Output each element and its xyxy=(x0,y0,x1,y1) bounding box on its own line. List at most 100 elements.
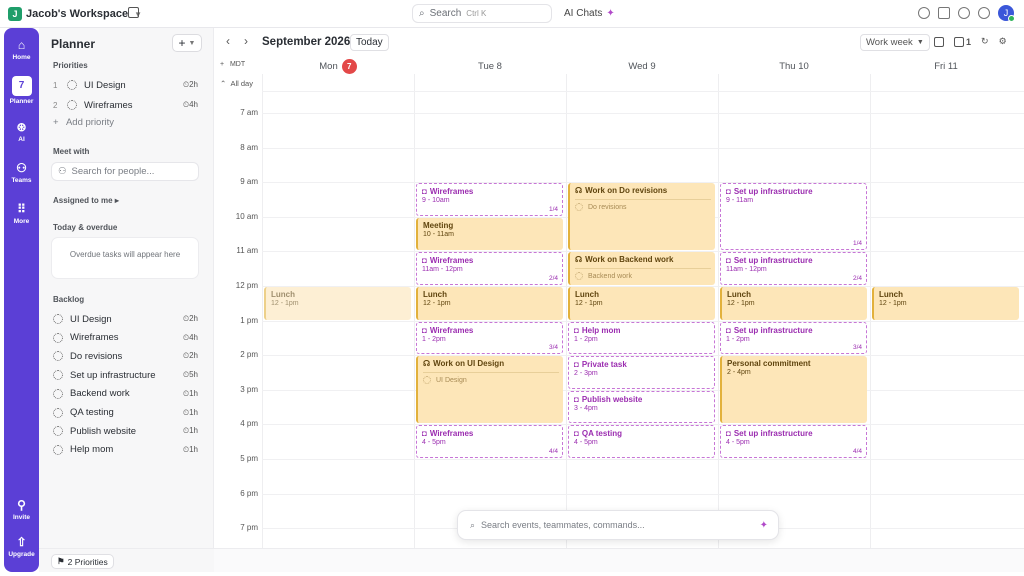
calendar-event[interactable]: Meeting 10 - 11am xyxy=(416,217,563,251)
check-circle-icon[interactable] xyxy=(918,7,930,19)
day-header[interactable]: Tue 8 xyxy=(414,58,566,74)
event-linked-task[interactable]: UI Design xyxy=(423,372,559,385)
event-title: Private task xyxy=(581,360,627,370)
search-people-input[interactable]: ⚇ Search for people... xyxy=(51,162,199,181)
add-priority-button[interactable]: + Add priority xyxy=(53,117,114,128)
rail-item-upgrade[interactable]: ⇧ Upgrade xyxy=(4,535,39,558)
hour-label: 5 pm xyxy=(240,454,258,464)
calendar-event[interactable]: Lunch 12 - 1pm xyxy=(720,287,867,320)
status-circle-icon[interactable] xyxy=(53,426,63,437)
task-event[interactable]: ◘ Set up infrastructure 4 - 5pm 4/4 xyxy=(720,425,867,459)
tasks-icon[interactable] xyxy=(934,36,944,47)
status-circle-icon[interactable] xyxy=(53,332,63,343)
backlog-item[interactable]: QA testing ⏲1h xyxy=(53,405,198,421)
backlog-item[interactable]: Backend work ⏲1h xyxy=(53,386,198,402)
priority-name: Wireframes xyxy=(84,99,133,111)
command-bar[interactable]: ⌕ Search events, teammates, commands... … xyxy=(457,510,779,540)
calendar-event[interactable]: Lunch 12 - 1pm xyxy=(416,287,563,320)
backlog-name: QA testing xyxy=(70,407,114,418)
rail-item-invite[interactable]: ⚲ Invite xyxy=(4,498,39,521)
status-circle-icon[interactable] xyxy=(53,444,63,455)
status-circle-icon[interactable] xyxy=(53,314,63,324)
status-circle-icon xyxy=(575,272,583,281)
rail-item-ai[interactable]: ⊛ AI xyxy=(4,120,39,143)
calendars-button[interactable]: 1 xyxy=(954,36,972,47)
today-button[interactable]: Today xyxy=(350,34,389,51)
video-icon[interactable] xyxy=(938,7,950,19)
hour-label: 3 pm xyxy=(240,384,258,394)
avatar[interactable]: J xyxy=(998,5,1015,22)
backlog-item[interactable]: Help mom ⏲1h xyxy=(53,442,198,458)
task-event[interactable]: ◘ Set up infrastructure 1 - 2pm 3/4 xyxy=(720,321,867,355)
microphone-icon[interactable] xyxy=(958,7,970,19)
sidebar-toggle-icon[interactable] xyxy=(128,7,139,18)
status-circle-icon[interactable] xyxy=(53,407,63,418)
calendar-event[interactable]: Personal commitment 2 - 4pm xyxy=(720,356,867,424)
ai-chats-button[interactable]: AI Chats ✦ xyxy=(558,4,621,23)
event-progress: 1/4 xyxy=(548,205,558,213)
refresh-icon[interactable]: ↻ xyxy=(981,36,989,47)
event-title: Lunch xyxy=(879,290,903,300)
gear-icon[interactable]: ⚙ xyxy=(999,36,1007,47)
robot-icon: ◘ xyxy=(726,187,731,197)
task-event[interactable]: ◘ Wireframes 1 - 2pm 3/4 xyxy=(416,321,563,355)
task-event[interactable]: ◘ Private task 2 - 3pm xyxy=(568,356,715,389)
task-event[interactable]: ◘ Publish website 3 - 4pm xyxy=(568,390,715,424)
rail-item-teams[interactable]: ⚇ Teams xyxy=(4,161,39,184)
task-event[interactable]: ◘ Wireframes 11am - 12pm 2/4 xyxy=(416,252,563,286)
status-circle-icon xyxy=(423,376,431,385)
add-button[interactable]: + ▼ xyxy=(172,34,202,52)
calendar-event[interactable]: Lunch 12 - 1pm xyxy=(568,287,715,320)
status-circle-icon[interactable] xyxy=(67,80,77,90)
chevron-down-icon: ▼ xyxy=(188,39,196,47)
hour-label: 4 pm xyxy=(240,419,258,429)
view-select[interactable]: Work week ▼ xyxy=(860,34,930,51)
status-circle-icon[interactable] xyxy=(53,351,63,362)
backlog-name: Backend work xyxy=(70,388,130,400)
day-header[interactable]: Fri 11 xyxy=(870,58,1022,74)
workspace-switcher[interactable]: J Jacob's Workspace ▼ xyxy=(8,5,142,23)
calendar-event[interactable]: ☊ Work on Backend work Backend work xyxy=(568,252,715,286)
backlog-item[interactable]: UI Design ⏲2h xyxy=(53,311,198,327)
event-linked-task[interactable]: Do revisions xyxy=(575,199,711,212)
priorities-count-button[interactable]: ⚑ 2 Priorities xyxy=(51,554,114,569)
next-week-button[interactable]: › xyxy=(244,34,248,48)
status-circle-icon[interactable] xyxy=(53,370,63,381)
status-circle-icon[interactable] xyxy=(53,388,63,399)
task-event[interactable]: ◘ QA testing 4 - 5pm xyxy=(568,425,715,459)
task-event[interactable]: ◘ Wireframes 4 - 5pm 4/4 xyxy=(416,425,563,459)
backlog-item[interactable]: Do revisions ⏲2h xyxy=(53,348,198,364)
bell-icon[interactable] xyxy=(978,7,990,19)
rail-item-more[interactable]: ⠿ More xyxy=(4,202,39,225)
day-header[interactable]: Mon 7 xyxy=(262,58,414,74)
assigned-to-me-toggle[interactable]: Assigned to me ▸ xyxy=(53,196,119,205)
priority-item[interactable]: 1 UI Design ⏲2h xyxy=(53,77,198,93)
task-event[interactable]: ◘ Set up infrastructure 9 - 11am 1/4 xyxy=(720,183,867,251)
add-user-icon: ⚲ xyxy=(17,498,26,512)
priority-item[interactable]: 2 Wireframes ⏲4h xyxy=(53,97,198,113)
hour-label: 12 pm xyxy=(235,281,258,291)
task-event[interactable]: ◘ Help mom 1 - 2pm xyxy=(568,321,715,355)
robot-icon: ◘ xyxy=(574,429,579,439)
rail-item-home[interactable]: ⌂ Home xyxy=(4,38,39,61)
sparkle-icon: ✦ xyxy=(759,519,768,531)
rail-item-planner[interactable]: 7 Planner xyxy=(4,76,39,105)
backlog-item[interactable]: Set up infrastructure ⏲5h xyxy=(53,367,198,383)
prev-week-button[interactable]: ‹ xyxy=(226,34,230,48)
calendar-event[interactable]: ☊ Work on UI Design UI Design xyxy=(416,356,563,424)
task-event[interactable]: ◘ Set up infrastructure 11am - 12pm 2/4 xyxy=(720,252,867,286)
status-circle-icon[interactable] xyxy=(67,100,77,110)
hour-gridline xyxy=(262,459,1024,461)
backlog-item[interactable]: Wireframes ⏲4h xyxy=(53,330,198,346)
day-column-divider xyxy=(718,74,719,548)
calendar-count: 1 xyxy=(966,36,972,47)
event-linked-task[interactable]: Backend work xyxy=(575,268,711,281)
global-search[interactable]: ⌕ Search Ctrl K xyxy=(412,4,552,23)
task-event[interactable]: ◘ Wireframes 9 - 10am 1/4 xyxy=(416,183,563,216)
calendar-event[interactable]: Lunch 12 - 1pm xyxy=(872,287,1019,320)
calendar-event[interactable]: ☊ Work on Do revisions Do revisions xyxy=(568,183,715,251)
day-header[interactable]: Thu 10 xyxy=(718,58,870,74)
calendar-event[interactable]: Lunch 12 - 1pm xyxy=(264,287,411,320)
day-header[interactable]: Wed 9 xyxy=(566,58,718,74)
backlog-item[interactable]: Publish website ⏲1h xyxy=(53,423,198,439)
